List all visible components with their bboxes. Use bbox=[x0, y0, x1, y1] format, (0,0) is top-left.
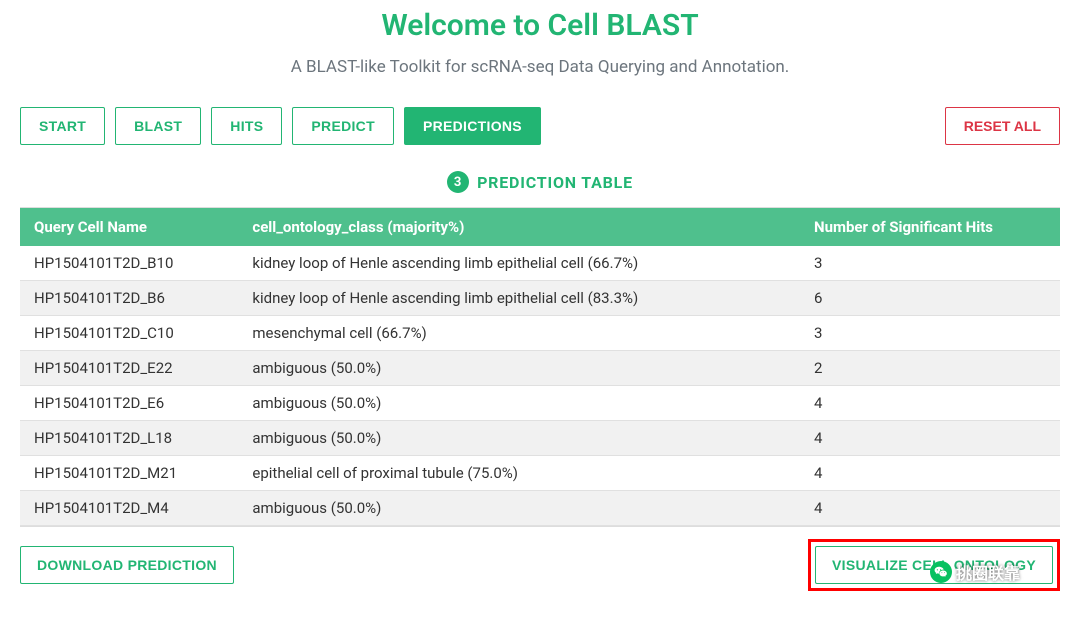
cell-query-name: HP1504101T2D_P18 bbox=[20, 526, 238, 528]
step-number-badge: 3 bbox=[447, 171, 469, 193]
cell-hits-count: 1 bbox=[800, 526, 1060, 528]
nav-left: START BLAST HITS PREDICT PREDICTIONS bbox=[20, 107, 541, 145]
prediction-table: Query Cell Name cell_ontology_class (maj… bbox=[20, 208, 1060, 527]
cell-query-name: HP1504101T2D_E6 bbox=[20, 386, 238, 421]
highlight-annotation: VISUALIZE CELL ONTOLOGY bbox=[808, 539, 1060, 591]
cell-query-name: HP1504101T2D_E22 bbox=[20, 351, 238, 386]
table-row[interactable]: HP1504101T2D_P18rejected (nan%)1 bbox=[20, 526, 1060, 528]
cell-ontology-class: ambiguous (50.0%) bbox=[238, 386, 800, 421]
bottom-action-row: DOWNLOAD PREDICTION VISUALIZE CELL ONTOL… bbox=[20, 539, 1060, 591]
reset-all-button[interactable]: RESET ALL bbox=[945, 107, 1060, 145]
cell-hits-count: 3 bbox=[800, 316, 1060, 351]
prediction-table-wrapper[interactable]: Query Cell Name cell_ontology_class (maj… bbox=[20, 207, 1060, 527]
cell-hits-count: 2 bbox=[800, 351, 1060, 386]
cell-ontology-class: epithelial cell of proximal tubule (75.0… bbox=[238, 456, 800, 491]
cell-ontology-class: mesenchymal cell (66.7%) bbox=[238, 316, 800, 351]
table-row[interactable]: HP1504101T2D_M21epithelial cell of proxi… bbox=[20, 456, 1060, 491]
section-title: 3 PREDICTION TABLE bbox=[20, 171, 1060, 193]
table-row[interactable]: HP1504101T2D_L18ambiguous (50.0%)4 bbox=[20, 421, 1060, 456]
table-header-ontology-class[interactable]: cell_ontology_class (majority%) bbox=[238, 208, 800, 246]
table-header-hits[interactable]: Number of Significant Hits bbox=[800, 208, 1060, 246]
cell-query-name: HP1504101T2D_B10 bbox=[20, 246, 238, 281]
table-row[interactable]: HP1504101T2D_E6ambiguous (50.0%)4 bbox=[20, 386, 1060, 421]
visualize-cell-ontology-button[interactable]: VISUALIZE CELL ONTOLOGY bbox=[815, 546, 1053, 584]
nav-hits-button[interactable]: HITS bbox=[211, 107, 282, 145]
cell-hits-count: 3 bbox=[800, 246, 1060, 281]
table-row[interactable]: HP1504101T2D_B6kidney loop of Henle asce… bbox=[20, 281, 1060, 316]
cell-ontology-class: kidney loop of Henle ascending limb epit… bbox=[238, 281, 800, 316]
nav-blast-button[interactable]: BLAST bbox=[115, 107, 201, 145]
cell-hits-count: 6 bbox=[800, 281, 1060, 316]
cell-query-name: HP1504101T2D_L18 bbox=[20, 421, 238, 456]
section-title-text: PREDICTION TABLE bbox=[477, 173, 633, 192]
cell-query-name: HP1504101T2D_M4 bbox=[20, 491, 238, 526]
cell-hits-count: 4 bbox=[800, 386, 1060, 421]
cell-ontology-class: ambiguous (50.0%) bbox=[238, 421, 800, 456]
nav-row: START BLAST HITS PREDICT PREDICTIONS RES… bbox=[20, 107, 1060, 145]
table-row[interactable]: HP1504101T2D_E22ambiguous (50.0%)2 bbox=[20, 351, 1060, 386]
page-subtitle: A BLAST-like Toolkit for scRNA-seq Data … bbox=[20, 57, 1060, 77]
cell-query-name: HP1504101T2D_M21 bbox=[20, 456, 238, 491]
cell-hits-count: 4 bbox=[800, 421, 1060, 456]
cell-ontology-class: ambiguous (50.0%) bbox=[238, 351, 800, 386]
cell-hits-count: 4 bbox=[800, 491, 1060, 526]
cell-query-name: HP1504101T2D_B6 bbox=[20, 281, 238, 316]
nav-start-button[interactable]: START bbox=[20, 107, 105, 145]
table-row[interactable]: HP1504101T2D_B10kidney loop of Henle asc… bbox=[20, 246, 1060, 281]
table-row[interactable]: HP1504101T2D_M4ambiguous (50.0%)4 bbox=[20, 491, 1060, 526]
cell-ontology-class: rejected (nan%) bbox=[238, 526, 800, 528]
table-header-query-cell[interactable]: Query Cell Name bbox=[20, 208, 238, 246]
cell-ontology-class: kidney loop of Henle ascending limb epit… bbox=[238, 246, 800, 281]
nav-predict-button[interactable]: PREDICT bbox=[292, 107, 394, 145]
table-row[interactable]: HP1504101T2D_C10mesenchymal cell (66.7%)… bbox=[20, 316, 1060, 351]
table-header-row: Query Cell Name cell_ontology_class (maj… bbox=[20, 208, 1060, 246]
cell-hits-count: 4 bbox=[800, 456, 1060, 491]
download-prediction-button[interactable]: DOWNLOAD PREDICTION bbox=[20, 546, 234, 584]
nav-predictions-button[interactable]: PREDICTIONS bbox=[404, 107, 541, 145]
cell-query-name: HP1504101T2D_C10 bbox=[20, 316, 238, 351]
cell-ontology-class: ambiguous (50.0%) bbox=[238, 491, 800, 526]
page-title: Welcome to Cell BLAST bbox=[20, 8, 1060, 43]
